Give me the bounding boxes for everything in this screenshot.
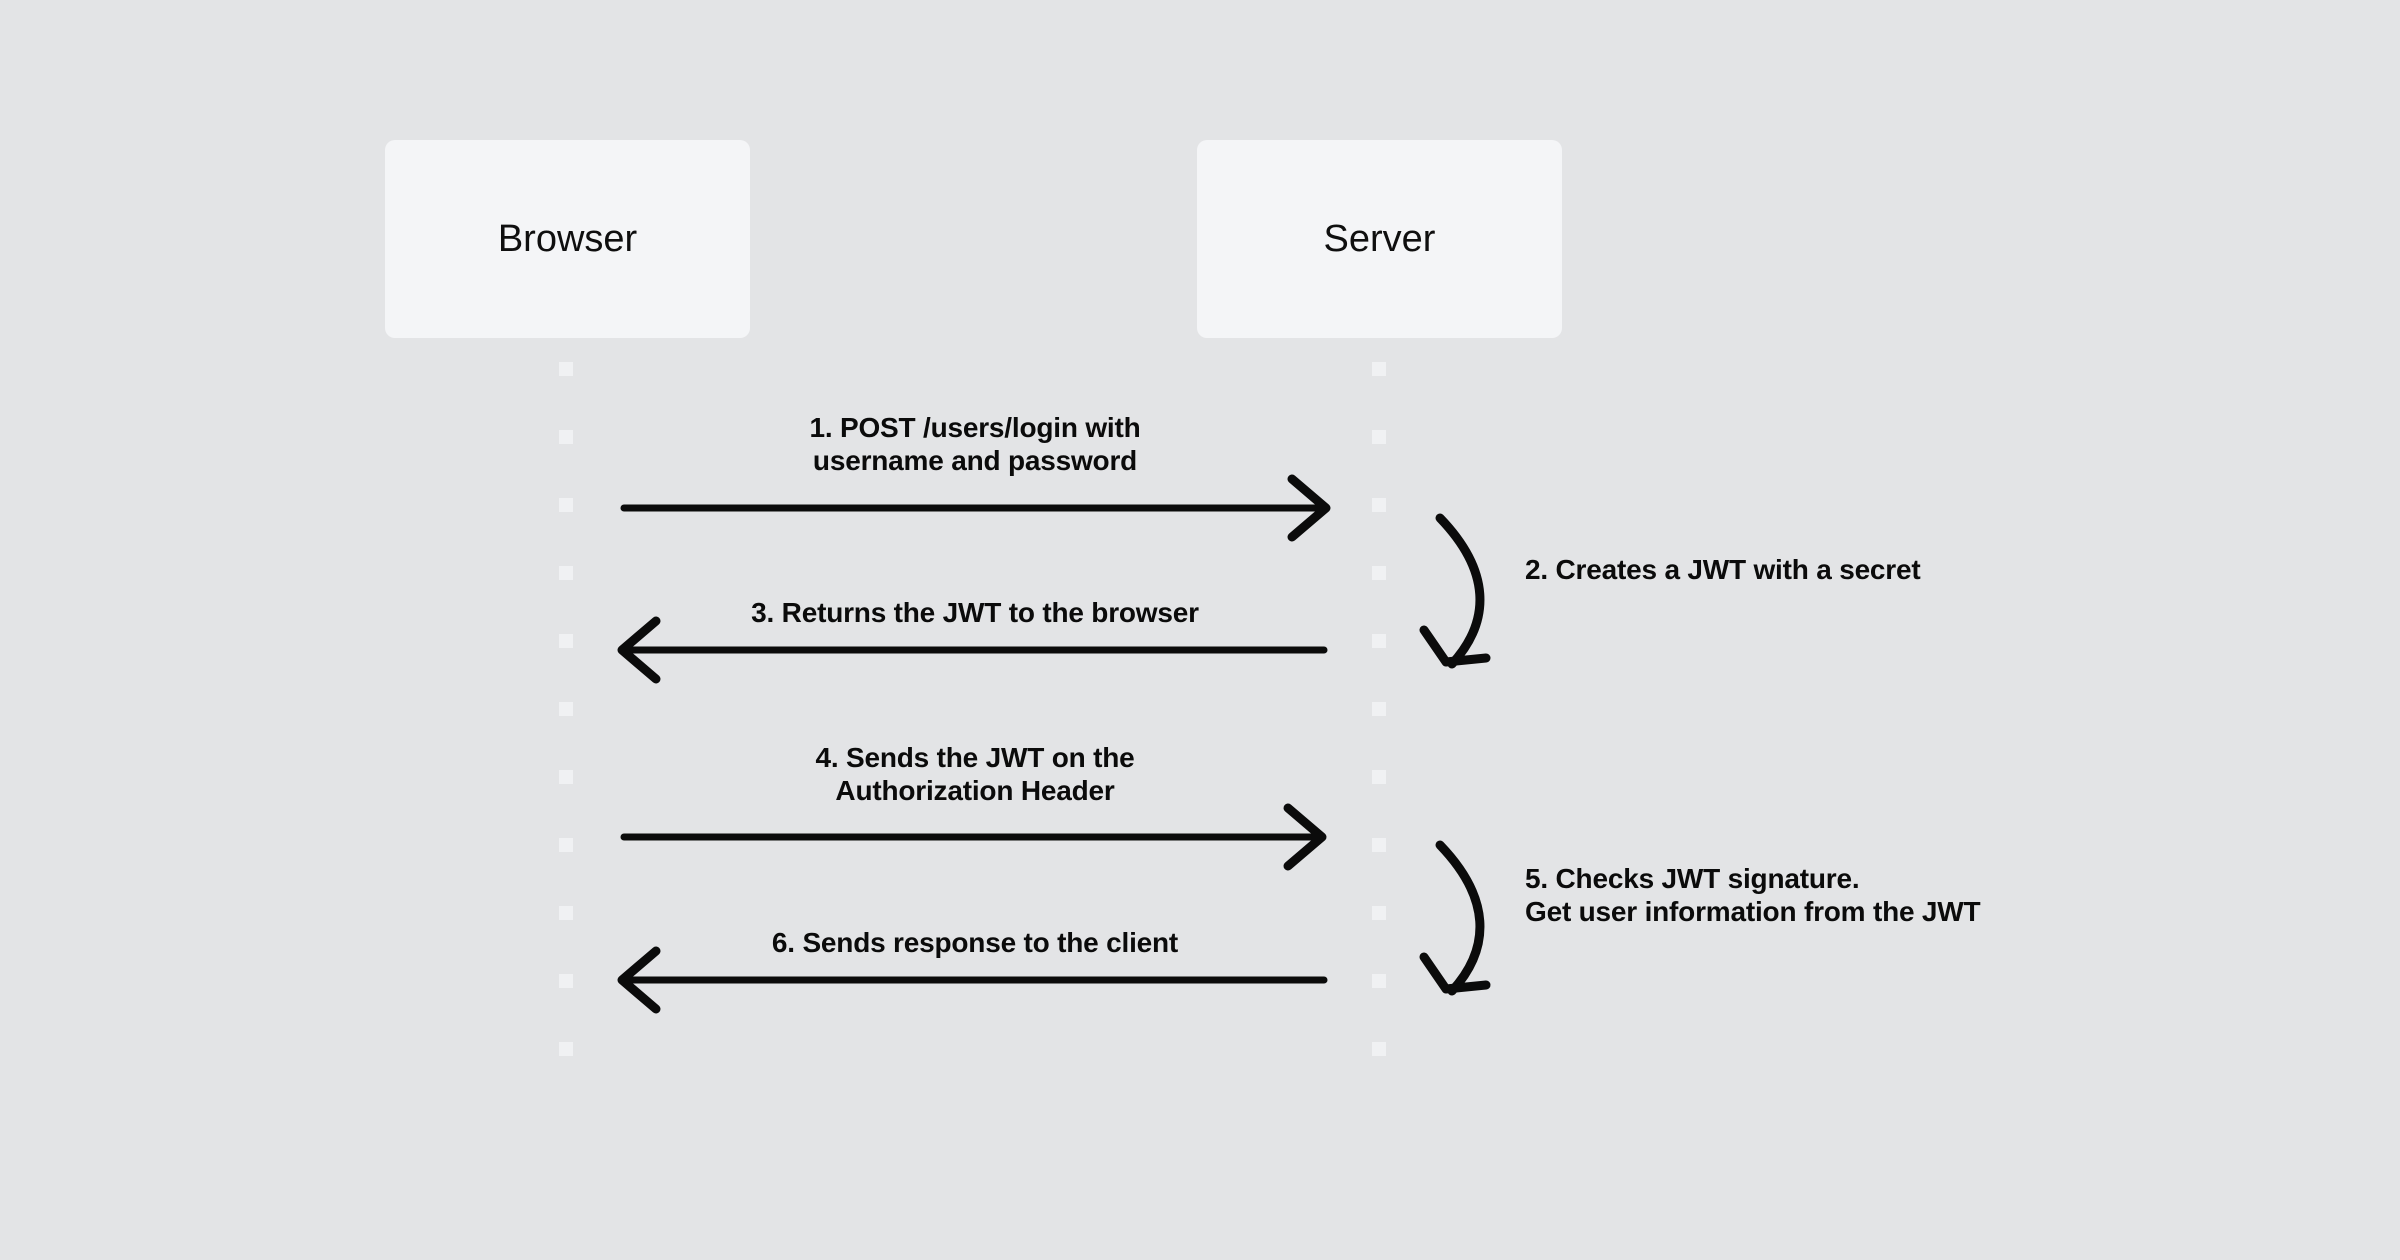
message-label-line: 5. Checks JWT signature. bbox=[1525, 863, 1859, 894]
message-arrow-3 bbox=[617, 616, 1328, 684]
lifeline-dash bbox=[1372, 1042, 1386, 1056]
participant-browser[interactable]: Browser bbox=[385, 140, 750, 338]
lifeline-dash bbox=[559, 362, 573, 376]
message-label-line: 3. Returns the JWT to the browser bbox=[751, 597, 1199, 628]
message-label-line: Authorization Header bbox=[835, 775, 1114, 806]
lifeline-dash bbox=[1372, 566, 1386, 580]
self-call-arcs-group bbox=[1419, 513, 1491, 996]
self-call-curve bbox=[1435, 513, 1485, 669]
self-arc-5 bbox=[1419, 840, 1491, 996]
self-call-curve bbox=[1435, 840, 1485, 996]
lifeline-server bbox=[1372, 362, 1386, 1056]
sequence-diagram: Browser Server 1. POST /users/login with u… bbox=[0, 0, 2400, 1260]
message-label-4: 4. Sends the JWT on theAuthorization Hea… bbox=[816, 742, 1135, 806]
participant-label-server: Server bbox=[1324, 218, 1436, 260]
lifeline-dash bbox=[1372, 770, 1386, 784]
lifeline-dash bbox=[559, 770, 573, 784]
message-label-2: 2. Creates a JWT with a secret bbox=[1525, 554, 1921, 585]
message-arrow-6 bbox=[617, 946, 1328, 1014]
lifeline-dash bbox=[1372, 838, 1386, 852]
message-label-line: 2. Creates a JWT with a secret bbox=[1525, 554, 1921, 585]
lifeline-dash bbox=[1372, 702, 1386, 716]
lifeline-browser bbox=[559, 362, 573, 1056]
lifeline-dash bbox=[559, 566, 573, 580]
lifeline-dash bbox=[559, 838, 573, 852]
lifeline-dash bbox=[1372, 906, 1386, 920]
lifeline-dash bbox=[1372, 362, 1386, 376]
lifeline-dash bbox=[559, 634, 573, 648]
message-label-line: Get user information from the JWT bbox=[1525, 896, 1981, 927]
lifeline-dash bbox=[1372, 974, 1386, 988]
message-label-1: 1. POST /users/login withusername and pa… bbox=[809, 412, 1140, 476]
participant-label-browser: Browser bbox=[498, 218, 638, 260]
lifeline-dash bbox=[1372, 498, 1386, 512]
participant-server[interactable]: Server bbox=[1197, 140, 1562, 338]
lifeline-dash bbox=[559, 906, 573, 920]
participants-group: Browser Server bbox=[385, 140, 1562, 338]
diagram-canvas: Browser Server 1. POST /users/login withu… bbox=[385, 140, 1981, 1056]
message-label-line: 1. POST /users/login with bbox=[809, 412, 1140, 443]
lifeline-dash bbox=[1372, 634, 1386, 648]
message-label-6: 6. Sends response to the client bbox=[772, 927, 1178, 958]
lifeline-dash bbox=[559, 1042, 573, 1056]
message-label-3: 3. Returns the JWT to the browser bbox=[751, 597, 1199, 628]
self-arc-2 bbox=[1419, 513, 1491, 669]
message-arrow-1 bbox=[620, 474, 1331, 542]
message-label-line: 6. Sends response to the client bbox=[772, 927, 1178, 958]
lifeline-dash bbox=[559, 498, 573, 512]
lifeline-dash bbox=[559, 974, 573, 988]
lifeline-dash bbox=[559, 430, 573, 444]
message-arrow-4 bbox=[620, 803, 1327, 871]
lifeline-dash bbox=[559, 702, 573, 716]
message-labels-group: 1. POST /users/login withusername and pa… bbox=[751, 412, 1981, 958]
message-label-line: username and password bbox=[813, 445, 1137, 476]
message-label-line: 4. Sends the JWT on the bbox=[816, 742, 1135, 773]
message-label-5: 5. Checks JWT signature.Get user informa… bbox=[1525, 863, 1981, 927]
lifeline-dash bbox=[1372, 430, 1386, 444]
